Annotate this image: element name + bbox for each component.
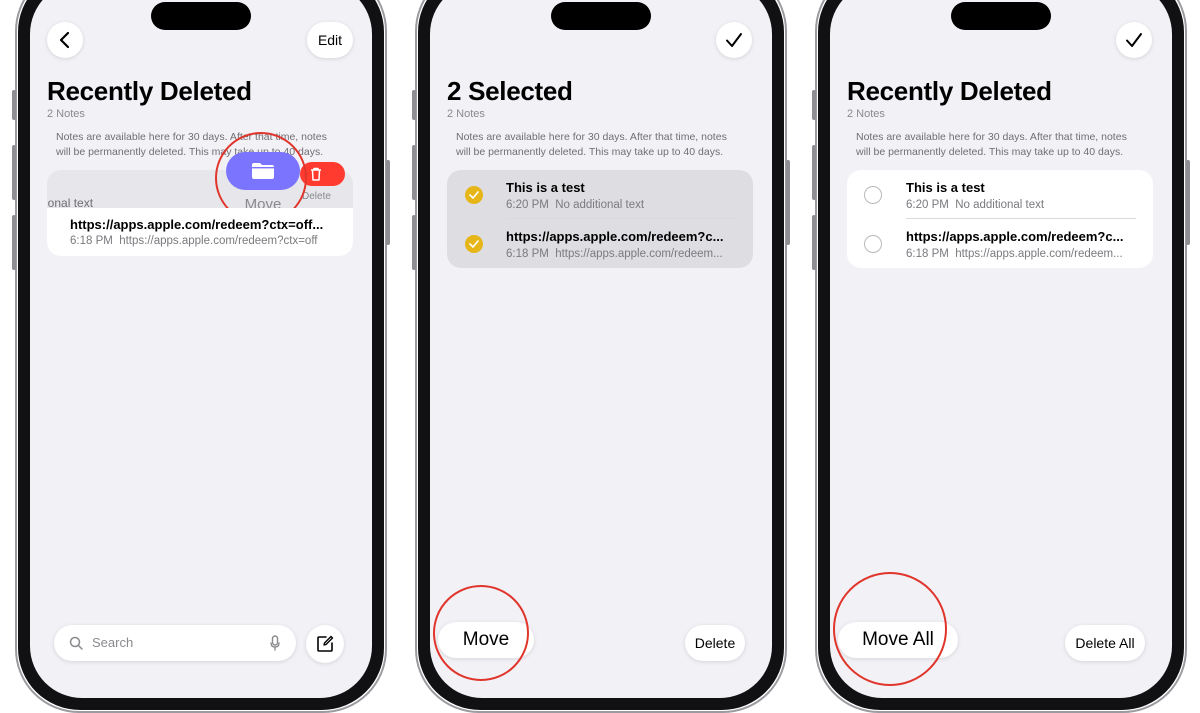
notes-count: 2 Notes <box>47 108 85 120</box>
checkmark-icon <box>726 33 742 47</box>
back-button[interactable] <box>47 22 83 58</box>
side-button <box>12 215 16 270</box>
note-row[interactable]: https://apps.apple.com/redeem?ctx=off...… <box>47 208 353 256</box>
note-preview: https://apps.apple.com/redeem... <box>555 248 723 260</box>
note-preview: No additional text <box>555 199 645 211</box>
page-title: 2 Selected <box>447 76 573 106</box>
dynamic-island <box>551 2 651 30</box>
delete-button[interactable]: Delete <box>685 625 745 661</box>
side-button <box>412 90 416 120</box>
note-row[interactable]: https://apps.apple.com/redeem?c... 6:18 … <box>447 219 753 268</box>
back-chevron-icon <box>59 31 70 49</box>
side-button <box>812 215 816 270</box>
screen: Recently Deleted 2 Notes Notes are avail… <box>830 0 1172 698</box>
info-text: Notes are available here for 30 days. Af… <box>856 131 1127 158</box>
phone-frame-2: 2 Selected 2 Notes Notes are available h… <box>412 0 790 713</box>
notes-count: 2 Notes <box>447 108 485 120</box>
selected-check-icon[interactable] <box>465 235 483 253</box>
note-title: This is a test <box>906 180 985 195</box>
compose-button[interactable] <box>306 625 344 663</box>
note-title: https://apps.apple.com/redeem?c... <box>906 229 1124 244</box>
side-button <box>386 160 390 245</box>
move-action-button[interactable] <box>226 152 300 190</box>
side-button <box>1186 160 1190 245</box>
info-text: Notes are available here for 30 days. Af… <box>456 131 727 158</box>
screen: 2 Selected 2 Notes Notes are available h… <box>430 0 772 698</box>
phone-frame-1: Edit Recently Deleted 2 Notes Notes are … <box>12 0 390 713</box>
done-button[interactable] <box>716 22 752 58</box>
trash-icon <box>311 167 321 181</box>
checkmark-icon <box>1126 33 1142 47</box>
delete-all-button[interactable]: Delete All <box>1065 625 1145 661</box>
unselected-circle-icon[interactable] <box>864 186 882 204</box>
note-row[interactable]: This is a test 6:20 PM No additional tex… <box>447 170 753 219</box>
side-button <box>412 215 416 270</box>
unselected-circle-icon[interactable] <box>864 235 882 253</box>
delete-action-button[interactable] <box>300 162 345 186</box>
side-button <box>12 90 16 120</box>
note-title: https://apps.apple.com/redeem?ctx=off... <box>70 217 324 232</box>
dynamic-island <box>951 2 1051 30</box>
notes-list: This is a test 6:20 PM No additional tex… <box>847 170 1153 268</box>
note-title: This is a test <box>506 180 585 195</box>
microphone-icon[interactable] <box>270 635 280 651</box>
done-button[interactable] <box>1116 22 1152 58</box>
side-button <box>786 160 790 245</box>
search-placeholder: Search <box>92 635 134 650</box>
compose-icon <box>317 635 334 652</box>
search-bar[interactable]: Search <box>54 625 296 661</box>
note-time: 6:18 PM <box>506 248 549 260</box>
side-button <box>12 145 16 200</box>
side-button <box>812 145 816 200</box>
folder-icon <box>252 163 274 179</box>
delete-action-label: Delete <box>302 191 331 202</box>
note-preview: https://apps.apple.com/redeem... <box>955 248 1123 260</box>
note-row[interactable]: https://apps.apple.com/redeem?c... 6:18 … <box>847 219 1153 268</box>
note-title: https://apps.apple.com/redeem?c... <box>506 229 724 244</box>
search-icon <box>69 636 83 650</box>
notes-list: This is a test 6:20 PM No additional tex… <box>447 170 753 268</box>
note-row[interactable]: This is a test 6:20 PM No additional tex… <box>847 170 1153 219</box>
note-time: 6:18 PM <box>906 248 949 260</box>
note-time: 6:18 PM <box>70 235 113 247</box>
selected-check-icon[interactable] <box>465 186 483 204</box>
info-text: Notes are available here for 30 days. Af… <box>56 131 327 158</box>
note-time: 6:20 PM <box>906 199 949 211</box>
notes-count: 2 Notes <box>847 108 885 120</box>
screen: Edit Recently Deleted 2 Notes Notes are … <box>30 0 372 698</box>
dynamic-island <box>151 2 251 30</box>
page-title: Recently Deleted <box>47 76 252 106</box>
phone-frame-3: Recently Deleted 2 Notes Notes are avail… <box>812 0 1190 713</box>
page-title: Recently Deleted <box>847 76 1052 106</box>
note-preview: https://apps.apple.com/redeem?ctx=off <box>119 235 318 247</box>
side-button <box>812 90 816 120</box>
side-button <box>412 145 416 200</box>
edit-button[interactable]: Edit <box>307 22 353 58</box>
note-time: 6:20 PM <box>506 199 549 211</box>
note-preview: No additional text <box>955 199 1045 211</box>
move-all-button[interactable]: Move All <box>838 622 958 658</box>
move-button[interactable]: Move <box>438 622 534 658</box>
